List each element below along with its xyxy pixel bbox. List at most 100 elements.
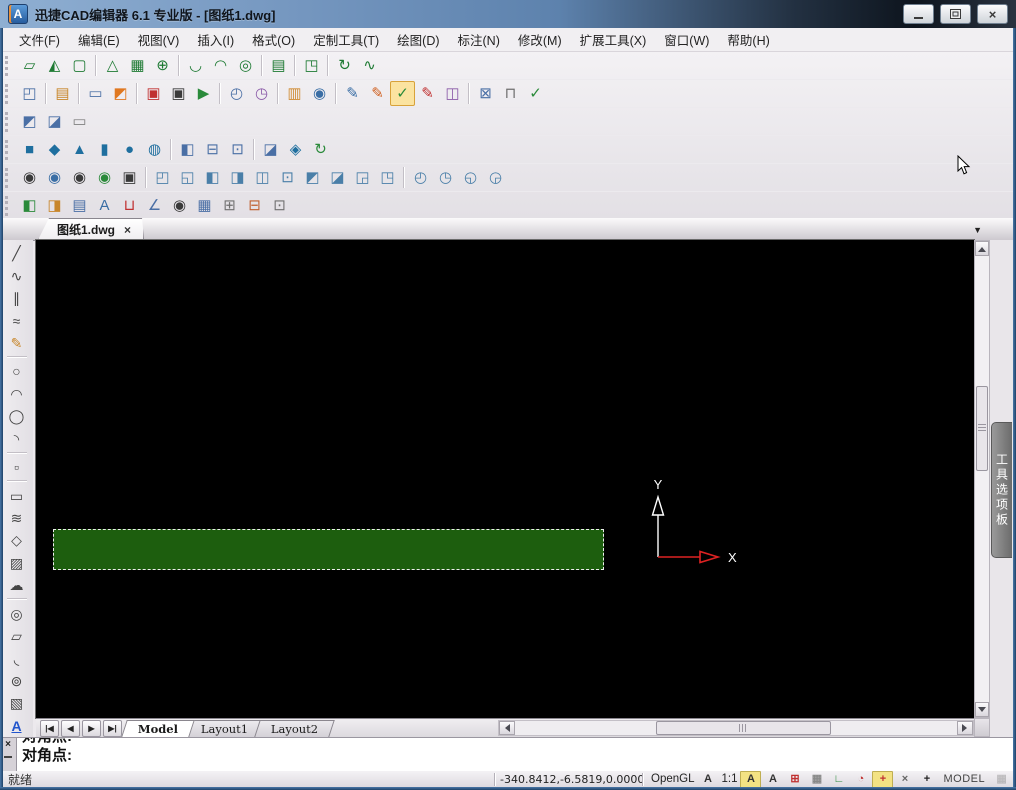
- scroll-up-icon[interactable]: [975, 241, 989, 256]
- print-preview-icon[interactable]: ◰: [17, 81, 42, 106]
- draw-elliptical-arc-icon[interactable]: ◝: [4, 427, 30, 449]
- draw-ellipse-icon[interactable]: ◯: [4, 405, 30, 427]
- rotate-view-right-icon[interactable]: ◷: [433, 165, 458, 190]
- block-run-icon[interactable]: ▶: [191, 81, 216, 106]
- scroll-down-icon[interactable]: [975, 702, 989, 717]
- layer-states-icon[interactable]: ▤: [67, 193, 92, 218]
- draw-point-icon[interactable]: ▫: [4, 456, 30, 478]
- menu-insert[interactable]: 插入(I): [188, 27, 243, 52]
- solid-cone-icon[interactable]: ▲: [67, 137, 92, 162]
- draw-hatch-icon[interactable]: ▧: [4, 692, 30, 714]
- draw-helix-icon[interactable]: ≋: [4, 507, 30, 529]
- lineweight-icon[interactable]: +: [916, 771, 937, 788]
- block-time-icon[interactable]: ◴: [224, 81, 249, 106]
- horizontal-scroll-track[interactable]: [515, 721, 957, 735]
- boolean-subtract-icon[interactable]: ⊟: [200, 137, 225, 162]
- solid-slice-icon[interactable]: ◪: [258, 137, 283, 162]
- tool-palette-tab[interactable]: 工具选项板: [991, 422, 1012, 558]
- toolbar-grip-icon[interactable]: [5, 168, 11, 188]
- 3d-mesh-surface-icon[interactable]: ▤: [266, 53, 291, 78]
- box-surface-icon[interactable]: ▢: [67, 53, 92, 78]
- draw-multiline-icon[interactable]: ∥: [4, 287, 30, 309]
- sphere-mesh-surface-icon[interactable]: ⊕: [150, 53, 175, 78]
- ruled-surface-icon[interactable]: ∿: [357, 53, 382, 78]
- block-definition-icon[interactable]: ⊞: [217, 193, 242, 218]
- view-top-icon[interactable]: ◰: [150, 165, 175, 190]
- text-style-icon[interactable]: A: [92, 193, 117, 218]
- torus-mesh-surface-icon[interactable]: ◎: [233, 53, 258, 78]
- menu-format[interactable]: 格式(O): [243, 27, 304, 52]
- rotate-view-up-icon[interactable]: ◵: [458, 165, 483, 190]
- edge-surface-icon[interactable]: ◳: [299, 53, 324, 78]
- draw-wipeout-icon[interactable]: ▱: [4, 625, 30, 647]
- layout-nav-first[interactable]: |◀: [40, 720, 59, 737]
- annotation-visibility-icon[interactable]: A: [740, 771, 761, 788]
- draw-region-icon[interactable]: ⊚: [4, 670, 30, 692]
- menu-window[interactable]: 窗口(W): [655, 27, 718, 52]
- layer-match-icon[interactable]: ◧: [17, 193, 42, 218]
- boolean-intersect-icon[interactable]: ⊡: [225, 137, 250, 162]
- menu-help[interactable]: 帮助(H): [718, 27, 778, 52]
- view-left-icon[interactable]: ◧: [200, 165, 225, 190]
- command-close-icon[interactable]: ×: [5, 740, 11, 750]
- toolbar-grip-icon[interactable]: [5, 196, 11, 216]
- layout-nav-last[interactable]: ▶|: [103, 720, 122, 737]
- vertical-scrollbar[interactable]: [974, 240, 990, 718]
- osnap-icon[interactable]: +: [872, 771, 893, 788]
- camera-snapshot-icon[interactable]: ◉: [307, 81, 332, 106]
- group-objects-icon[interactable]: ◩: [108, 81, 133, 106]
- draw-polyline-icon[interactable]: ∿: [4, 264, 30, 286]
- view-front-icon[interactable]: ◫: [250, 165, 275, 190]
- tab-overflow-icon[interactable]: ▼: [973, 225, 982, 235]
- render-viewport-icon[interactable]: ▭: [67, 109, 92, 134]
- view-se-isometric-icon[interactable]: ◪: [325, 165, 350, 190]
- dimension-update-icon[interactable]: ⊔: [117, 193, 142, 218]
- layout-tab-layout1[interactable]: Layout1: [184, 720, 265, 737]
- toolbar-grip-icon[interactable]: [5, 140, 11, 160]
- solid-box-icon[interactable]: ■: [17, 137, 42, 162]
- solid-cylinder-icon[interactable]: ▮: [92, 137, 117, 162]
- close-button-icon[interactable]: ×: [977, 4, 1008, 24]
- dish-surface-icon[interactable]: ◡: [183, 53, 208, 78]
- dome-surface-icon[interactable]: ◠: [208, 53, 233, 78]
- mesh-box-surface-icon[interactable]: ▦: [125, 53, 150, 78]
- ortho-icon[interactable]: ∟: [828, 771, 849, 788]
- rotate-view-left-icon[interactable]: ◴: [408, 165, 433, 190]
- menu-edit[interactable]: 编辑(E): [69, 27, 129, 52]
- polar-icon[interactable]: ◔: [850, 771, 871, 788]
- table-style-icon[interactable]: ▦: [192, 193, 217, 218]
- view-right-icon[interactable]: ◨: [225, 165, 250, 190]
- layout-tab-layout2[interactable]: Layout2: [255, 720, 336, 737]
- minimize-button-icon[interactable]: [903, 4, 934, 24]
- block-attribute-black-icon[interactable]: ▣: [166, 81, 191, 106]
- menu-draw[interactable]: 绘图(D): [388, 27, 448, 52]
- draw-revision-cloud-icon[interactable]: ☁: [4, 574, 30, 596]
- document-tab[interactable]: 图纸1.dwg ×: [38, 218, 144, 240]
- revolved-surface-icon[interactable]: ↻: [332, 53, 357, 78]
- draw-rectangle-icon[interactable]: ▭: [4, 484, 30, 506]
- layout-nav-next[interactable]: ▶: [82, 720, 101, 737]
- render-region-icon[interactable]: ◩: [17, 109, 42, 134]
- annotation-autoscale-icon[interactable]: A: [762, 771, 783, 788]
- tab-close-icon[interactable]: ×: [124, 224, 131, 236]
- eye-ucs-icon[interactable]: ◉: [92, 165, 117, 190]
- visibility-point-icon[interactable]: ◉: [167, 193, 192, 218]
- menu-view[interactable]: 视图(V): [129, 27, 189, 52]
- draw-arc-icon[interactable]: ◠: [4, 383, 30, 405]
- solid-torus-icon[interactable]: ◍: [142, 137, 167, 162]
- isolate-objects-eye-icon[interactable]: ◉: [42, 165, 67, 190]
- paste-block-icon[interactable]: ⊡: [267, 193, 292, 218]
- scroll-right-icon[interactable]: [957, 721, 973, 735]
- tag-delete-icon[interactable]: ✎: [415, 81, 440, 106]
- view-bottom-icon[interactable]: ◱: [175, 165, 200, 190]
- snap-icon[interactable]: ⊞: [784, 771, 805, 788]
- pyramid-surface-icon[interactable]: ◭: [42, 53, 67, 78]
- model-space-button[interactable]: MODEL: [937, 773, 991, 785]
- drawing-canvas[interactable]: Y X: [36, 240, 974, 718]
- draw-sketch-icon[interactable]: ✎: [4, 332, 30, 354]
- vertical-scroll-thumb[interactable]: [976, 386, 988, 471]
- insert-image-icon[interactable]: ▥: [282, 81, 307, 106]
- restore-button-icon[interactable]: [940, 4, 971, 24]
- tag-edit-icon[interactable]: ✎: [365, 81, 390, 106]
- view-sw-isometric-icon[interactable]: ◩: [300, 165, 325, 190]
